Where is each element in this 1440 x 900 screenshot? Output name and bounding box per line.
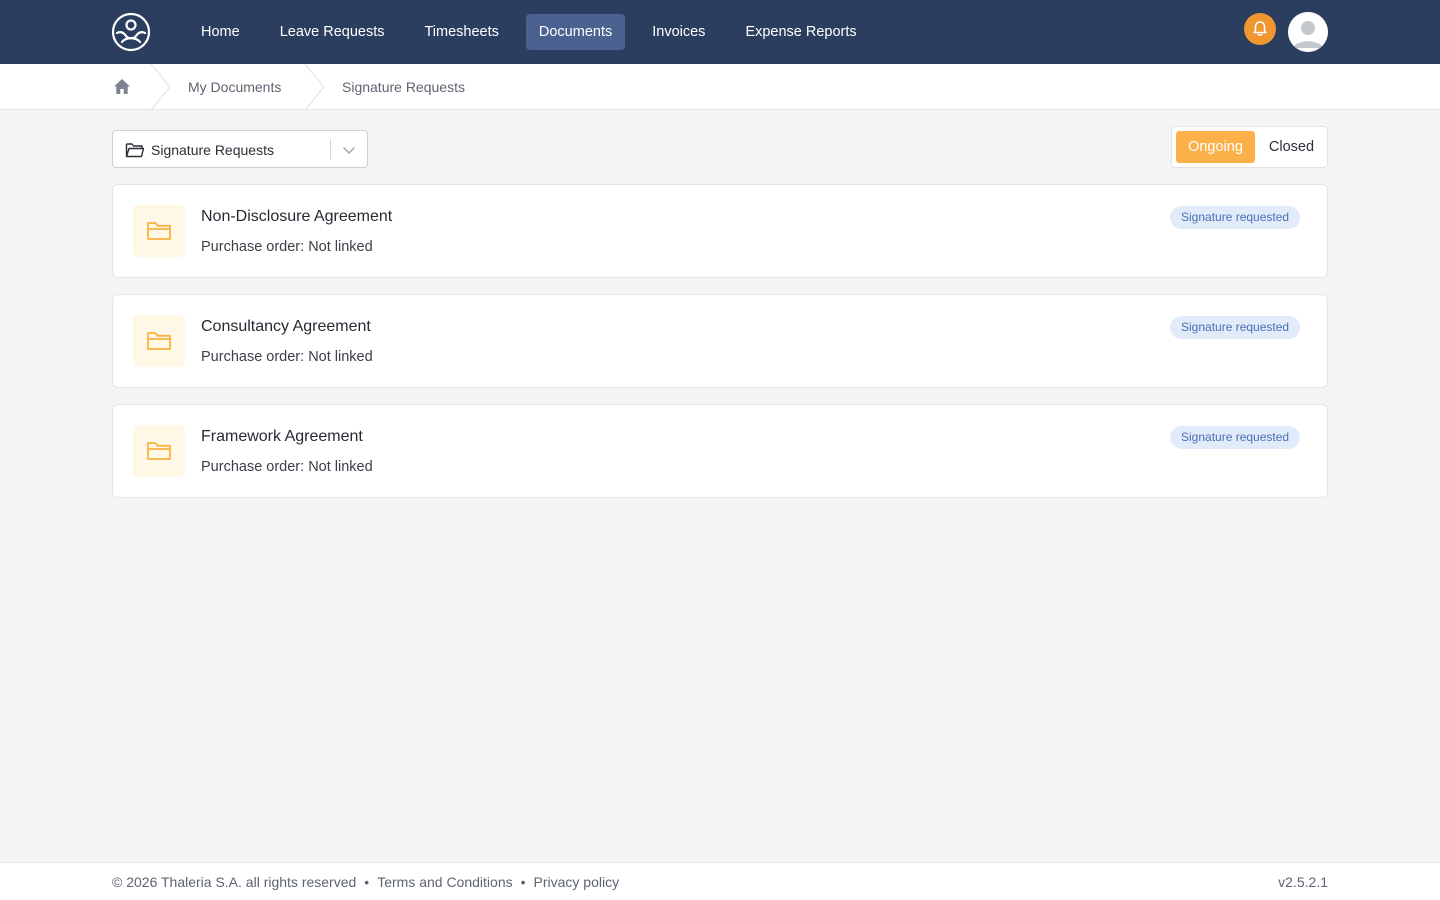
purchase-order-text: Purchase order: Not linked [201, 239, 373, 255]
folder-select-divider [330, 139, 331, 159]
home-icon[interactable] [113, 78, 131, 95]
main-nav: Home Leave Requests Timesheets Documents… [188, 14, 884, 50]
nav-item-documents[interactable]: Documents [525, 14, 626, 50]
user-circle-logo-icon[interactable] [111, 12, 151, 52]
nav-item-timesheets[interactable]: Timesheets [411, 14, 511, 50]
document-card[interactable]: Consultancy Agreement Purchase order: No… [112, 294, 1328, 388]
chevron-down-icon[interactable] [342, 143, 356, 157]
version-text: v2.5.2.1 [1278, 874, 1328, 890]
copyright-text: © 2026 Thaleria S.A. all rights reserved [112, 874, 357, 890]
folder-open-icon [125, 143, 145, 158]
status-badge: Signature requested [1170, 426, 1301, 449]
breadcrumb-separator-icon [304, 64, 325, 110]
breadcrumb-item-signature-requests: Signature Requests [342, 79, 465, 95]
footer-links: © 2026 Thaleria S.A. all rights reserved… [112, 874, 619, 890]
footer-separator: • [520, 874, 526, 890]
status-badge: Signature requested [1170, 316, 1301, 339]
terms-link[interactable]: Terms and Conditions [377, 874, 512, 890]
user-avatar-button[interactable] [1288, 12, 1328, 52]
nav-item-invoices[interactable]: Invoices [639, 14, 718, 50]
document-title: Framework Agreement [201, 428, 363, 445]
folder-icon [147, 222, 171, 240]
nav-item-expense-reports[interactable]: Expense Reports [732, 14, 869, 50]
folder-select-value: Signature Requests [151, 142, 274, 158]
breadcrumb-item-my-documents[interactable]: My Documents [188, 79, 281, 95]
status-toggle: Ongoing Closed [1171, 126, 1328, 168]
document-title: Non-Disclosure Agreement [201, 208, 393, 225]
folder-icon [147, 442, 171, 460]
footer-separator: • [364, 874, 370, 890]
document-title: Consultancy Agreement [201, 318, 371, 335]
document-folder-tile [133, 315, 185, 367]
user-avatar-icon [1288, 12, 1328, 52]
top-navigation-bar: Home Leave Requests Timesheets Documents… [0, 0, 1440, 64]
purchase-order-text: Purchase order: Not linked [201, 459, 373, 475]
document-card[interactable]: Non-Disclosure Agreement Purchase order:… [112, 184, 1328, 278]
breadcrumb: My Documents Signature Requests [0, 64, 1440, 110]
purchase-order-text: Purchase order: Not linked [201, 349, 373, 365]
privacy-link[interactable]: Privacy policy [534, 874, 620, 890]
ongoing-tab[interactable]: Ongoing [1176, 131, 1255, 163]
document-folder-tile [133, 205, 185, 257]
breadcrumb-separator-icon [150, 64, 171, 110]
closed-tab[interactable]: Closed [1259, 131, 1324, 163]
notifications-button[interactable] [1244, 13, 1276, 45]
folder-icon [147, 332, 171, 350]
footer: © 2026 Thaleria S.A. all rights reserved… [0, 862, 1440, 900]
nav-item-leave-requests[interactable]: Leave Requests [267, 14, 398, 50]
folder-select[interactable]: Signature Requests [112, 130, 368, 168]
bell-icon [1253, 21, 1267, 36]
document-folder-tile [133, 425, 185, 477]
nav-item-home[interactable]: Home [188, 14, 253, 50]
status-badge: Signature requested [1170, 206, 1301, 229]
document-card[interactable]: Framework Agreement Purchase order: Not … [112, 404, 1328, 498]
